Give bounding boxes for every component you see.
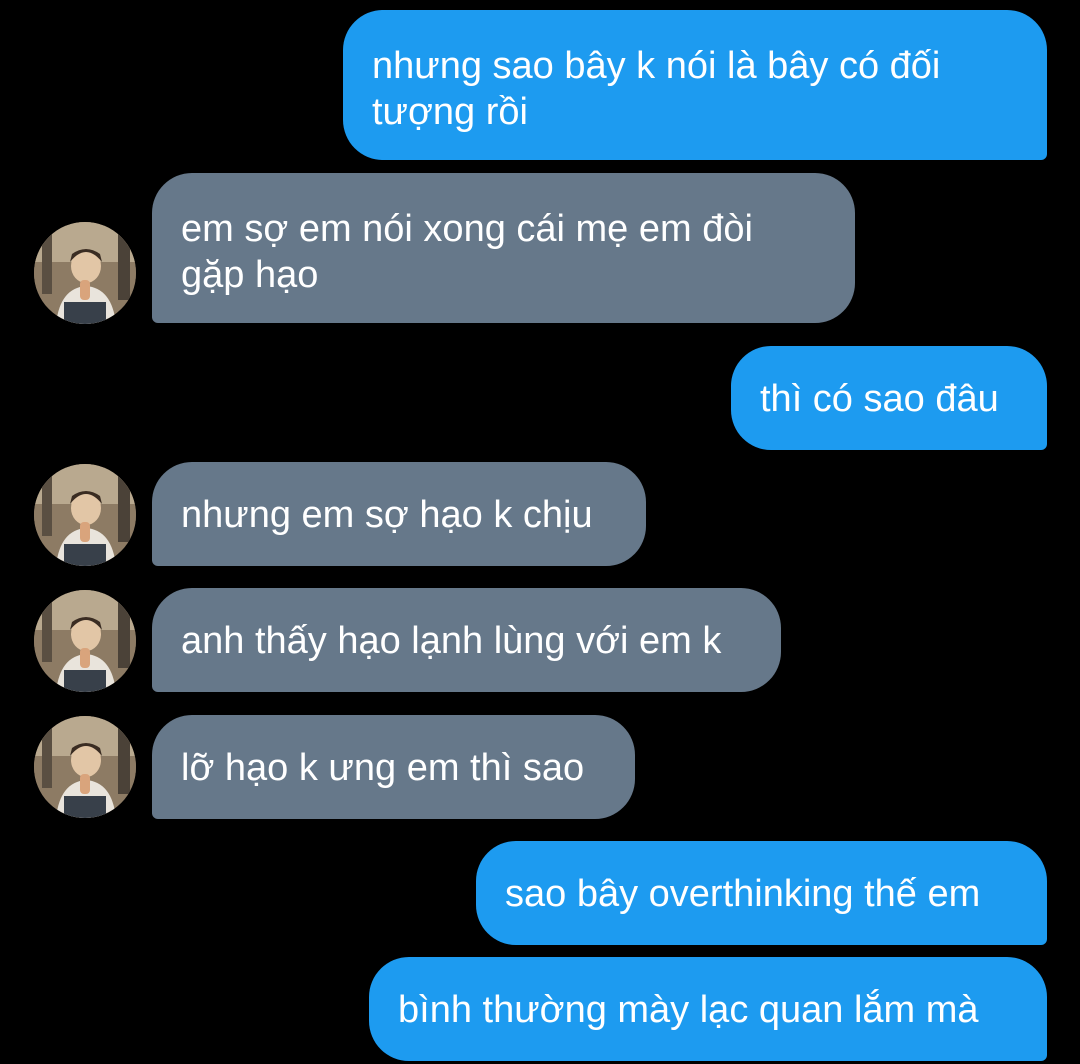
message-bubble-received[interactable]: lỡ hạo k ưng em thì sao	[152, 715, 635, 819]
contact-avatar[interactable]	[34, 464, 136, 566]
message-bubble-sent[interactable]: thì có sao đâu	[731, 346, 1047, 450]
avatar-photo-icon	[34, 590, 136, 692]
message-bubble-received[interactable]: em sợ em nói xong cái mẹ em đòi gặp hạo	[152, 173, 855, 323]
message-text: nhưng em sợ hạo k chịu	[181, 494, 593, 536]
contact-avatar[interactable]	[34, 590, 136, 692]
message-bubble-received[interactable]: nhưng em sợ hạo k chịu	[152, 462, 646, 566]
avatar-photo-icon	[34, 464, 136, 566]
message-text: sao bây overthinking thế em	[505, 873, 981, 915]
message-text: bình thường mày lạc quan lắm mà	[398, 989, 979, 1031]
message-bubble-sent[interactable]: nhưng sao bây k nói là bây có đối tượng …	[343, 10, 1047, 160]
message-text: nhưng sao bây k nói là bây có đối tượng …	[372, 45, 941, 133]
avatar-photo-icon	[34, 222, 136, 324]
message-bubble-sent[interactable]: sao bây overthinking thế em	[476, 841, 1047, 945]
message-bubble-sent[interactable]: bình thường mày lạc quan lắm mà	[369, 957, 1047, 1061]
message-text: thì có sao đâu	[760, 378, 999, 420]
message-text: anh thấy hạo lạnh lùng với em k	[181, 620, 722, 662]
message-text: em sợ em nói xong cái mẹ em đòi gặp hạo	[181, 208, 753, 296]
message-bubble-received[interactable]: anh thấy hạo lạnh lùng với em k	[152, 588, 781, 692]
avatar-photo-icon	[34, 716, 136, 818]
contact-avatar[interactable]	[34, 716, 136, 818]
message-text: lỡ hạo k ưng em thì sao	[181, 747, 585, 789]
contact-avatar[interactable]	[34, 222, 136, 324]
